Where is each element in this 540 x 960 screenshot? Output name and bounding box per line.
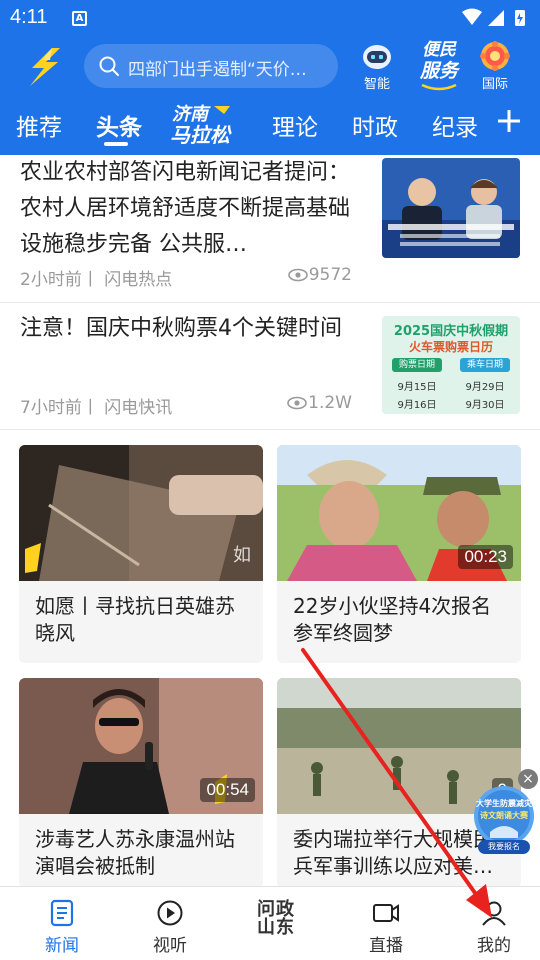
video-card[interactable]: 00:23 22岁小伙坚持4次报名参军终圆梦	[277, 445, 521, 663]
video-duration: 00:23	[458, 545, 513, 569]
category-tabs: 推荐 头条 济南 马拉松 理论 时政 纪录	[0, 98, 540, 150]
article-title: 注意！国庆中秋购票4个关键时间	[20, 316, 342, 341]
globe-flower-icon	[480, 41, 510, 71]
play-icon	[157, 900, 183, 926]
thumb-col1: 购票日期	[392, 358, 442, 372]
news-icon	[50, 899, 74, 927]
nav-mine-label: 我的	[477, 936, 511, 956]
article-meta: 7小时前丨 闪电快讯	[20, 398, 173, 418]
wifi-icon	[462, 8, 482, 25]
smart-button[interactable]: 智能	[352, 40, 402, 92]
service-label: 服务	[419, 60, 458, 82]
international-label: 国际	[481, 77, 508, 92]
search-icon	[99, 56, 119, 76]
bottom-nav: 新闻 视听 问政 山东 直播 我的	[0, 886, 540, 960]
person-icon	[482, 901, 506, 926]
smart-label: 智能	[363, 77, 390, 92]
nav-news-label: 新闻	[45, 936, 79, 956]
video-title: 涉毒艺人苏永康温州站演唱会被抵制	[35, 827, 235, 878]
article-item[interactable]: 注意！国庆中秋购票4个关键时间 7小时前丨 闪电快讯 1.2W 2025国庆中秋…	[0, 303, 540, 430]
thumb-subtitle: 火车票购票日历	[408, 340, 493, 354]
status-time: 4:11	[10, 6, 48, 28]
service-button[interactable]: 便民 服务	[412, 40, 466, 92]
video-card[interactable]: 00:54 涉毒艺人苏永康温州站演唱会被抵制	[19, 678, 263, 888]
tab-recommend[interactable]: 推荐	[16, 108, 62, 142]
view-count: 9572	[287, 265, 352, 285]
search-placeholder: 四部门出手遏制“天价…	[128, 60, 307, 80]
article-item[interactable]: 农业农村部答闪电新闻记者提问：农村人居环境舒适度不断提高基础设施稳步完备 公共服…	[0, 155, 540, 303]
active-tab-indicator	[104, 142, 128, 146]
thumb-cell: 9月29日	[465, 382, 505, 393]
international-button[interactable]: 国际	[470, 40, 520, 92]
video-title: 如愿丨寻找抗日英雄苏晓风	[35, 594, 235, 645]
service-icon	[421, 83, 457, 91]
nav-live[interactable]: 直播	[346, 893, 426, 957]
tab-jinan-marathon[interactable]: 济南 马拉松	[168, 100, 250, 146]
tab-headlines[interactable]: 头条	[96, 108, 142, 142]
video-duration: 00:54	[200, 778, 255, 802]
tab-politics[interactable]: 时政	[352, 108, 398, 142]
add-channel-icon[interactable]	[494, 106, 524, 136]
tab-theory[interactable]: 理论	[272, 108, 318, 142]
notification-icon: A	[72, 11, 87, 26]
eye-icon	[287, 396, 307, 410]
search-bar[interactable]: 四部门出手遏制“天价…	[84, 44, 338, 88]
nav-news[interactable]: 新闻	[22, 893, 102, 957]
article-thumbnail	[382, 158, 520, 258]
article-meta: 2小时前丨 闪电热点	[20, 270, 173, 290]
view-count-text: 1.2W	[308, 393, 352, 413]
nav-video-label: 视听	[153, 936, 187, 956]
robot-icon	[363, 45, 391, 69]
video-title: 22岁小伙坚持4次报名参军终圆梦	[293, 594, 492, 645]
service-badge-text: 便民	[422, 40, 456, 60]
status-icons	[462, 8, 525, 26]
nav-mine[interactable]: 我的	[454, 893, 534, 957]
promo-signup-button[interactable]: 我要报名	[478, 840, 530, 854]
wenzheng-icon: 问政 山东	[257, 899, 295, 938]
nav-video[interactable]: 视听	[130, 893, 210, 957]
top-header: 4:11 A 四部门出手遏制“天价… 智能 便民 服务 国际 推荐 头条 济南 …	[0, 0, 540, 155]
article-thumbnail: 2025国庆中秋假期 火车票购票日历 购票日期 乘车日期 9月15日 9月29日…	[382, 316, 520, 414]
video-thumbnail: 如	[19, 445, 263, 581]
status-bar: 4:11 A	[0, 0, 540, 36]
promo-line2: 诗文朗诵大赛	[480, 811, 528, 820]
app-logo[interactable]	[22, 46, 74, 88]
svg-text:如: 如	[233, 545, 251, 566]
nav-wenzheng[interactable]: 问政 山东	[236, 893, 316, 957]
thumb-cell: 9月15日	[397, 382, 437, 393]
signal-icon	[488, 10, 504, 26]
promo-line1: 大学生防震减灾	[476, 799, 532, 808]
thumb-cell: 9月16日	[397, 400, 437, 411]
nav-live-label: 直播	[369, 936, 403, 956]
view-count-text: 9572	[308, 265, 352, 285]
eye-icon	[287, 268, 308, 282]
video-card[interactable]: 如 如愿丨寻找抗日英雄苏晓风	[19, 445, 263, 663]
article-title: 农业农村部答闪电新闻记者提问：农村人居环境舒适度不断提高基础设施稳步完备 公共服…	[20, 160, 351, 257]
thumb-cell: 9月30日	[465, 400, 505, 411]
view-count: 1.2W	[286, 393, 352, 413]
tab-documentary[interactable]: 纪录	[432, 108, 478, 142]
thumb-col2: 乘车日期	[460, 358, 510, 372]
thumb-title: 2025国庆中秋假期	[393, 324, 509, 339]
live-icon	[373, 904, 399, 922]
svg-text:济南: 济南	[172, 104, 211, 125]
svg-text:马拉松: 马拉松	[170, 123, 232, 146]
close-icon[interactable]: ×	[518, 769, 538, 789]
